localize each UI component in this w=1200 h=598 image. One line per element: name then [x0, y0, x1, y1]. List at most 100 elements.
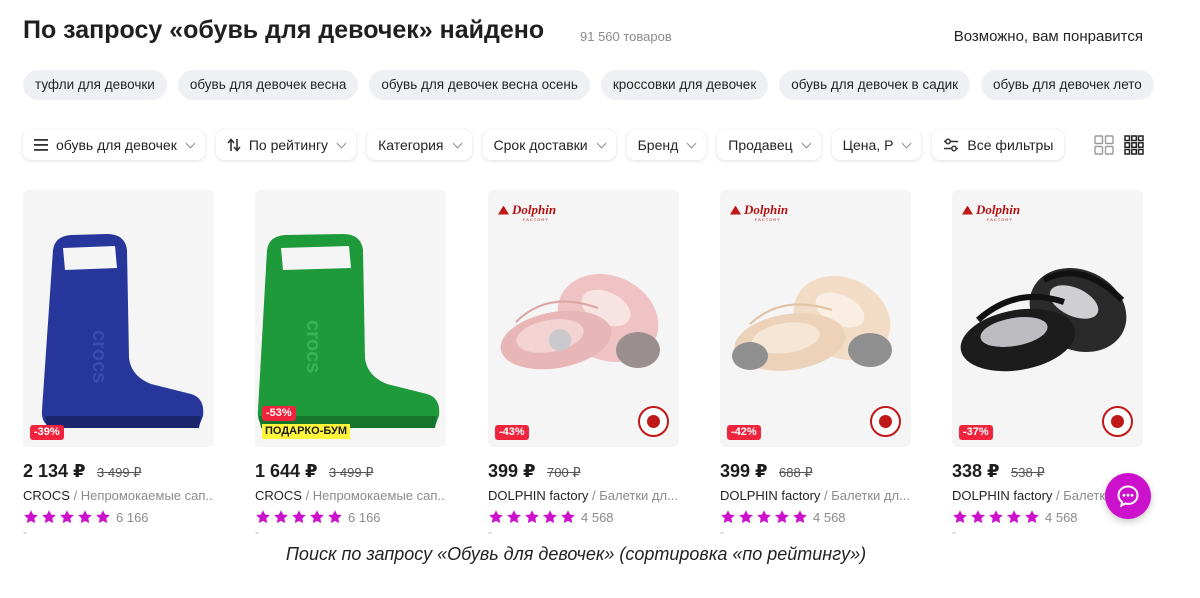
- placeholder-dash: -: [488, 525, 492, 539]
- star-icon: [96, 510, 110, 524]
- brand-logo: Dolphin FACTORY: [730, 202, 789, 222]
- all-filters-button[interactable]: Все фильтры: [932, 130, 1065, 160]
- star-icon: [543, 510, 557, 524]
- product-image[interactable]: Dolphin FACTORY -43%: [488, 190, 679, 447]
- product-image[interactable]: Dolphin FACTORY -42%: [720, 190, 911, 447]
- product-old-price: 700 ₽: [547, 465, 581, 480]
- product-brand[interactable]: CROCS: [23, 488, 70, 503]
- brand-logo-subtext: FACTORY: [987, 217, 1013, 222]
- recommendations-link[interactable]: Возможно, вам понравится: [954, 28, 1143, 45]
- dolphin-logo-icon: [730, 205, 741, 215]
- query-filter-dropdown[interactable]: обувь для девочек: [23, 130, 205, 160]
- product-name[interactable]: Балетки дл...: [831, 488, 910, 503]
- product-name[interactable]: Балетки дл...: [599, 488, 678, 503]
- dolphin-logo-icon: [962, 205, 973, 215]
- suggestion-chip[interactable]: обувь для девочек весна: [177, 70, 359, 100]
- chevron-down-icon: [686, 138, 697, 148]
- product-image[interactable]: crocs -39%: [23, 190, 214, 447]
- review-count: 4 568: [581, 509, 614, 525]
- suggestion-chip[interactable]: кроссовки для девочек: [600, 70, 769, 100]
- rating-stars: [720, 509, 808, 525]
- rating-stars: [23, 509, 111, 525]
- review-count: 4 568: [813, 509, 846, 525]
- suggestion-chip[interactable]: обувь для девочек весна осень: [369, 70, 590, 100]
- seller-dropdown[interactable]: Продавец: [717, 130, 821, 160]
- star-icon: [721, 510, 735, 524]
- product-brand[interactable]: DOLPHIN factory: [488, 488, 588, 503]
- placeholder-dash: -: [23, 525, 27, 539]
- product-name[interactable]: Непромокаемые сап...: [81, 488, 214, 503]
- star-icon: [60, 510, 74, 524]
- price-dropdown[interactable]: Цена, Р: [831, 130, 922, 160]
- rating-stars: [952, 509, 1040, 525]
- star-icon: [292, 510, 306, 524]
- brand-dropdown[interactable]: Бренд: [626, 130, 707, 160]
- product-old-price: 3 499 ₽: [97, 465, 142, 480]
- product-card[interactable]: crocs -39% 2 134 ₽ 3 499 ₽ CROCS / Непро…: [23, 190, 214, 538]
- grid-2x2-icon[interactable]: [1094, 135, 1114, 155]
- review-count: 6 166: [348, 509, 381, 525]
- brand-seal-icon: [1102, 406, 1133, 437]
- star-icon: [989, 510, 1003, 524]
- product-price: 399 ₽: [720, 461, 768, 481]
- price-label: Цена, Р: [842, 137, 894, 153]
- star-icon: [256, 510, 270, 524]
- chevron-down-icon: [185, 138, 196, 148]
- discount-badge: -53%: [262, 406, 296, 421]
- chevron-down-icon: [336, 138, 347, 148]
- product-brand[interactable]: CROCS: [255, 488, 302, 503]
- product-price: 2 134 ₽: [23, 461, 86, 481]
- filter-bar: обувь для девочек По рейтингу Категория …: [23, 130, 1065, 160]
- brand-logo-subtext: FACTORY: [755, 217, 781, 222]
- brand-logo-text: Dolphin: [744, 202, 789, 217]
- brand-logo-text: Dolphin: [512, 202, 557, 217]
- grid-3x3-icon[interactable]: [1124, 135, 1144, 155]
- brand-logo-text: Dolphin: [976, 202, 1021, 217]
- suggestion-chip[interactable]: обувь для девочек в садик: [779, 70, 971, 100]
- product-card[interactable]: Dolphin FACTORY -42% 399 ₽ 688 ₽ DOLPHIN…: [720, 190, 911, 538]
- product-image[interactable]: Dolphin FACTORY -37%: [952, 190, 1143, 447]
- suggestion-chip[interactable]: обувь для девочек лето: [981, 70, 1154, 100]
- star-icon: [507, 510, 521, 524]
- product-brand[interactable]: DOLPHIN factory: [952, 488, 1052, 503]
- review-count: 6 166: [116, 509, 149, 525]
- suggestion-chip[interactable]: туфли для девочки: [23, 70, 167, 100]
- rating-stars: [255, 509, 343, 525]
- star-icon: [1025, 510, 1039, 524]
- brand-logo: Dolphin FACTORY: [962, 202, 1021, 222]
- star-icon: [310, 510, 324, 524]
- star-icon: [793, 510, 807, 524]
- chevron-down-icon: [596, 138, 607, 148]
- placeholder-dash: -: [720, 525, 724, 539]
- chevron-down-icon: [801, 138, 812, 148]
- discount-badge: -37%: [959, 425, 993, 440]
- product-old-price: 688 ₽: [779, 465, 813, 480]
- seller-label: Продавец: [728, 137, 793, 153]
- product-card[interactable]: crocs -53% ПОДАРКО-БУМ 1 644 ₽ 3 499 ₽ C…: [255, 190, 446, 538]
- category-label: Категория: [378, 137, 444, 153]
- review-count: 4 568: [1045, 509, 1078, 525]
- sort-dropdown[interactable]: По рейтингу: [215, 130, 357, 160]
- star-icon: [1007, 510, 1021, 524]
- product-brand[interactable]: DOLPHIN factory: [720, 488, 820, 503]
- all-filters-label: Все фильтры: [967, 137, 1054, 153]
- chevron-down-icon: [901, 138, 912, 148]
- product-card[interactable]: Dolphin FACTORY -43% 399 ₽ 700 ₽ DOLPHIN…: [488, 190, 679, 538]
- brand-logo: Dolphin FACTORY: [498, 202, 557, 222]
- page-title: По запросу «обувь для девочек» найдено: [23, 16, 545, 44]
- chat-button[interactable]: [1105, 473, 1151, 519]
- delivery-dropdown[interactable]: Срок доставки: [482, 130, 616, 160]
- product-image[interactable]: crocs -53% ПОДАРКО-БУМ: [255, 190, 446, 447]
- star-icon: [24, 510, 38, 524]
- star-icon: [42, 510, 56, 524]
- hamburger-icon: [34, 139, 48, 151]
- suggestion-chips: туфли для девочки обувь для девочек весн…: [23, 70, 1154, 100]
- discount-badge: -42%: [727, 425, 761, 440]
- star-icon: [489, 510, 503, 524]
- brand-seal-icon: [638, 406, 669, 437]
- blue-rain-boot-image: crocs: [41, 234, 204, 428]
- star-icon: [525, 510, 539, 524]
- product-name[interactable]: Непромокаемые сап...: [313, 488, 446, 503]
- category-dropdown[interactable]: Категория: [367, 130, 472, 160]
- sliders-icon: [943, 138, 959, 152]
